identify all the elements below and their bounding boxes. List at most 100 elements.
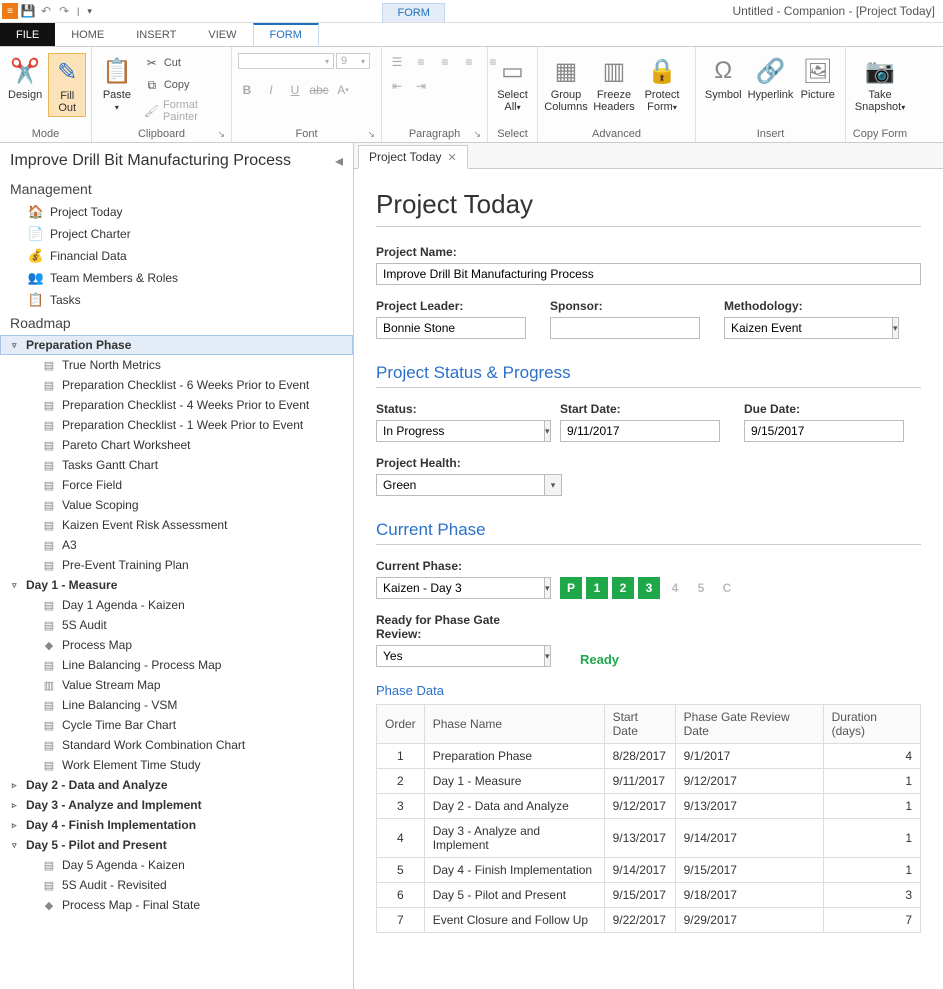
chevron-down-icon[interactable]: ▾ [544, 420, 551, 442]
tree-leaf[interactable]: ▤Day 1 Agenda - Kaizen [0, 595, 353, 615]
tree-leaf[interactable]: ▤Pareto Chart Worksheet [0, 435, 353, 455]
tree-leaf[interactable]: ▤True North Metrics [0, 355, 353, 375]
twisty-icon[interactable]: ▿ [12, 840, 22, 851]
tree-leaf[interactable]: ▤Value Scoping [0, 495, 353, 515]
outdent-button[interactable]: ⇤ [388, 77, 406, 95]
tree-leaf[interactable]: ▤Preparation Checklist - 1 Week Prior to… [0, 415, 353, 435]
copy-button[interactable]: ⧉Copy [140, 75, 225, 95]
symbol-button[interactable]: ΩSymbol [702, 53, 745, 103]
tree-leaf[interactable]: ▤A3 [0, 535, 353, 555]
form-tab[interactable]: FORM [253, 23, 319, 46]
tree-node[interactable]: ▹Day 2 - Data and Analyze [0, 775, 353, 795]
project-leader-input[interactable] [376, 317, 526, 339]
nav-item[interactable]: 📋Tasks [0, 289, 353, 311]
indent-button[interactable]: ⇥ [412, 77, 430, 95]
bold-button[interactable]: B [238, 81, 256, 99]
tree-node[interactable]: ▹Day 4 - Finish Implementation [0, 815, 353, 835]
tree-leaf[interactable]: ▤Day 5 Agenda - Kaizen [0, 855, 353, 875]
tab-project-today[interactable]: Project Today ✕ [358, 145, 468, 169]
tree-leaf[interactable]: ▤Line Balancing - Process Map [0, 655, 353, 675]
twisty-icon[interactable]: ▿ [12, 580, 22, 591]
tree-node[interactable]: ▿Day 5 - Pilot and Present [0, 835, 353, 855]
sponsor-input[interactable] [550, 317, 700, 339]
paragraph-launcher-icon[interactable]: ↘ [473, 129, 481, 140]
status-select[interactable] [376, 420, 544, 442]
due-date-input[interactable] [744, 420, 904, 442]
view-tab[interactable]: VIEW [192, 23, 252, 46]
chevron-down-icon[interactable]: ▾ [544, 577, 551, 599]
tree-leaf[interactable]: ▤Cycle Time Bar Chart [0, 715, 353, 735]
picture-button[interactable]: 🖼Picture [797, 53, 840, 103]
tree-node[interactable]: ▿Day 1 - Measure [0, 575, 353, 595]
tree-node[interactable]: ▹Day 3 - Analyze and Implement [0, 795, 353, 815]
table-row[interactable]: 4Day 3 - Analyze and Implement9/13/20179… [377, 819, 921, 858]
tree-leaf[interactable]: ▤Tasks Gantt Chart [0, 455, 353, 475]
ready-gate-select[interactable] [376, 645, 544, 667]
bullets-button[interactable]: ☰ [388, 53, 406, 71]
tree-leaf[interactable]: ▤Force Field [0, 475, 353, 495]
numbering-button[interactable]: ≡ [412, 53, 430, 71]
chevron-down-icon[interactable]: ▾ [892, 317, 899, 339]
project-name-input[interactable] [376, 263, 921, 285]
table-row[interactable]: 2Day 1 - Measure9/11/20179/12/20171 [377, 769, 921, 794]
nav-item[interactable]: 💰Financial Data [0, 245, 353, 267]
align-left-button[interactable]: ≡ [436, 53, 454, 71]
font-launcher-icon[interactable]: ↘ [367, 129, 375, 140]
tree-leaf[interactable]: ◆Process Map - Final State [0, 895, 353, 915]
format-painter-button[interactable]: 🖌Format Painter [140, 97, 225, 125]
tree-leaf[interactable]: ◆Process Map [0, 635, 353, 655]
tree-leaf[interactable]: ▤5S Audit - Revisited [0, 875, 353, 895]
group-columns-button[interactable]: ▦Group Columns [544, 53, 588, 115]
twisty-icon[interactable]: ▹ [12, 800, 22, 811]
align-center-button[interactable]: ≡ [460, 53, 478, 71]
twisty-icon[interactable]: ▹ [12, 820, 22, 831]
tree-leaf[interactable]: ▤Kaizen Event Risk Assessment [0, 515, 353, 535]
collapse-sidebar-icon[interactable]: ◂ [335, 151, 343, 171]
clipboard-launcher-icon[interactable]: ↘ [217, 129, 225, 140]
font-name-combo[interactable]: ▾ [238, 53, 334, 69]
tree-leaf[interactable]: ▤Pre-Event Training Plan [0, 555, 353, 575]
tree-leaf[interactable]: ▤Work Element Time Study [0, 755, 353, 775]
current-phase-select[interactable] [376, 577, 544, 599]
tree-leaf[interactable]: ▤Standard Work Combination Chart [0, 735, 353, 755]
table-row[interactable]: 7Event Closure and Follow Up9/22/20179/2… [377, 908, 921, 933]
table-row[interactable]: 1Preparation Phase8/28/20179/1/20174 [377, 744, 921, 769]
twisty-icon[interactable]: ▹ [12, 780, 22, 791]
undo-icon[interactable]: ↶ [38, 3, 54, 19]
tree-leaf[interactable]: ▤Line Balancing - VSM [0, 695, 353, 715]
table-row[interactable]: 5Day 4 - Finish Implementation9/14/20179… [377, 858, 921, 883]
freeze-headers-button[interactable]: ▥Freeze Headers [592, 53, 636, 115]
redo-icon[interactable]: ↷ [56, 3, 72, 19]
save-icon[interactable]: 💾 [20, 3, 36, 19]
qat-dropdown-icon[interactable]: ▾ [84, 6, 95, 17]
twisty-icon[interactable]: ▿ [12, 340, 22, 351]
tree-leaf[interactable]: ▥Value Stream Map [0, 675, 353, 695]
underline-button[interactable]: U [286, 81, 304, 99]
close-icon[interactable]: ✕ [448, 151, 457, 164]
strike-button[interactable]: abc [310, 81, 328, 99]
tree-leaf[interactable]: ▤5S Audit [0, 615, 353, 635]
table-row[interactable]: 3Day 2 - Data and Analyze9/12/20179/13/2… [377, 794, 921, 819]
nav-item[interactable]: 🏠Project Today [0, 201, 353, 223]
health-select[interactable] [376, 474, 544, 496]
tree-node[interactable]: ▿Preparation Phase [0, 335, 353, 355]
tree-leaf[interactable]: ▤Preparation Checklist - 6 Weeks Prior t… [0, 375, 353, 395]
tree-leaf[interactable]: ▤Preparation Checklist - 4 Weeks Prior t… [0, 395, 353, 415]
table-row[interactable]: 6Day 5 - Pilot and Present9/15/20179/18/… [377, 883, 921, 908]
take-snapshot-button[interactable]: 📷Take Snapshot▾ [852, 53, 908, 115]
paste-button[interactable]: 📋 Paste▾ [98, 53, 136, 115]
nav-item[interactable]: 👥Team Members & Roles [0, 267, 353, 289]
italic-button[interactable]: I [262, 81, 280, 99]
font-size-combo[interactable]: 9▾ [336, 53, 370, 69]
methodology-select[interactable] [724, 317, 892, 339]
design-mode-button[interactable]: ✂️ Design [6, 53, 44, 103]
file-tab[interactable]: FILE [0, 23, 55, 46]
nav-item[interactable]: 📄Project Charter [0, 223, 353, 245]
home-tab[interactable]: HOME [55, 23, 120, 46]
cut-button[interactable]: ✂Cut [140, 53, 225, 73]
insert-tab[interactable]: INSERT [120, 23, 192, 46]
select-all-button[interactable]: ▭ Select All▾ [494, 53, 531, 115]
start-date-input[interactable] [560, 420, 720, 442]
fill-out-mode-button[interactable]: ✎ Fill Out [48, 53, 86, 117]
chevron-down-icon[interactable]: ▾ [544, 645, 551, 667]
